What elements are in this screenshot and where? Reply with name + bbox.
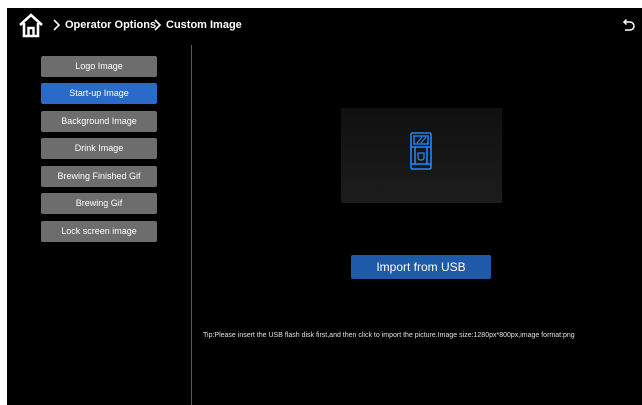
menu-item-start-up-image[interactable]: Start-up Image [41, 83, 157, 104]
back-arrow-icon [622, 18, 635, 31]
back-button[interactable] [620, 17, 636, 33]
menu-item-drink-image[interactable]: Drink Image [41, 138, 157, 159]
header: Operator Options Custom Image [7, 8, 642, 42]
menu-item-brewing-finished-gif[interactable]: Brewing Finished Gif [41, 166, 157, 187]
tip-text: Tip:Please insert the USB flash disk fir… [203, 332, 575, 339]
image-preview [341, 108, 502, 203]
sidebar-divider [191, 45, 192, 405]
chevron-right-icon [154, 19, 162, 31]
chevron-right-icon [53, 19, 61, 31]
breadcrumb-label: Custom Image [166, 19, 242, 31]
import-from-usb-button[interactable]: Import from USB [351, 255, 491, 279]
menu-item-lock-screen-image[interactable]: Lock screen image [41, 221, 157, 242]
home-icon [19, 13, 43, 38]
menu-item-background-image[interactable]: Background Image [41, 111, 157, 132]
breadcrumb-label: Operator Options [65, 19, 157, 31]
screen: Operator Options Custom Image Logo Image… [7, 8, 642, 405]
menu-item-logo-image[interactable]: Logo Image [41, 56, 157, 77]
home-button[interactable] [17, 11, 45, 39]
breadcrumb-operator-options[interactable]: Operator Options [52, 17, 156, 33]
breadcrumb-custom-image: Custom Image [153, 17, 242, 33]
menu-item-brewing-gif[interactable]: Brewing Gif [41, 193, 157, 214]
coffee-machine-icon [410, 132, 432, 170]
